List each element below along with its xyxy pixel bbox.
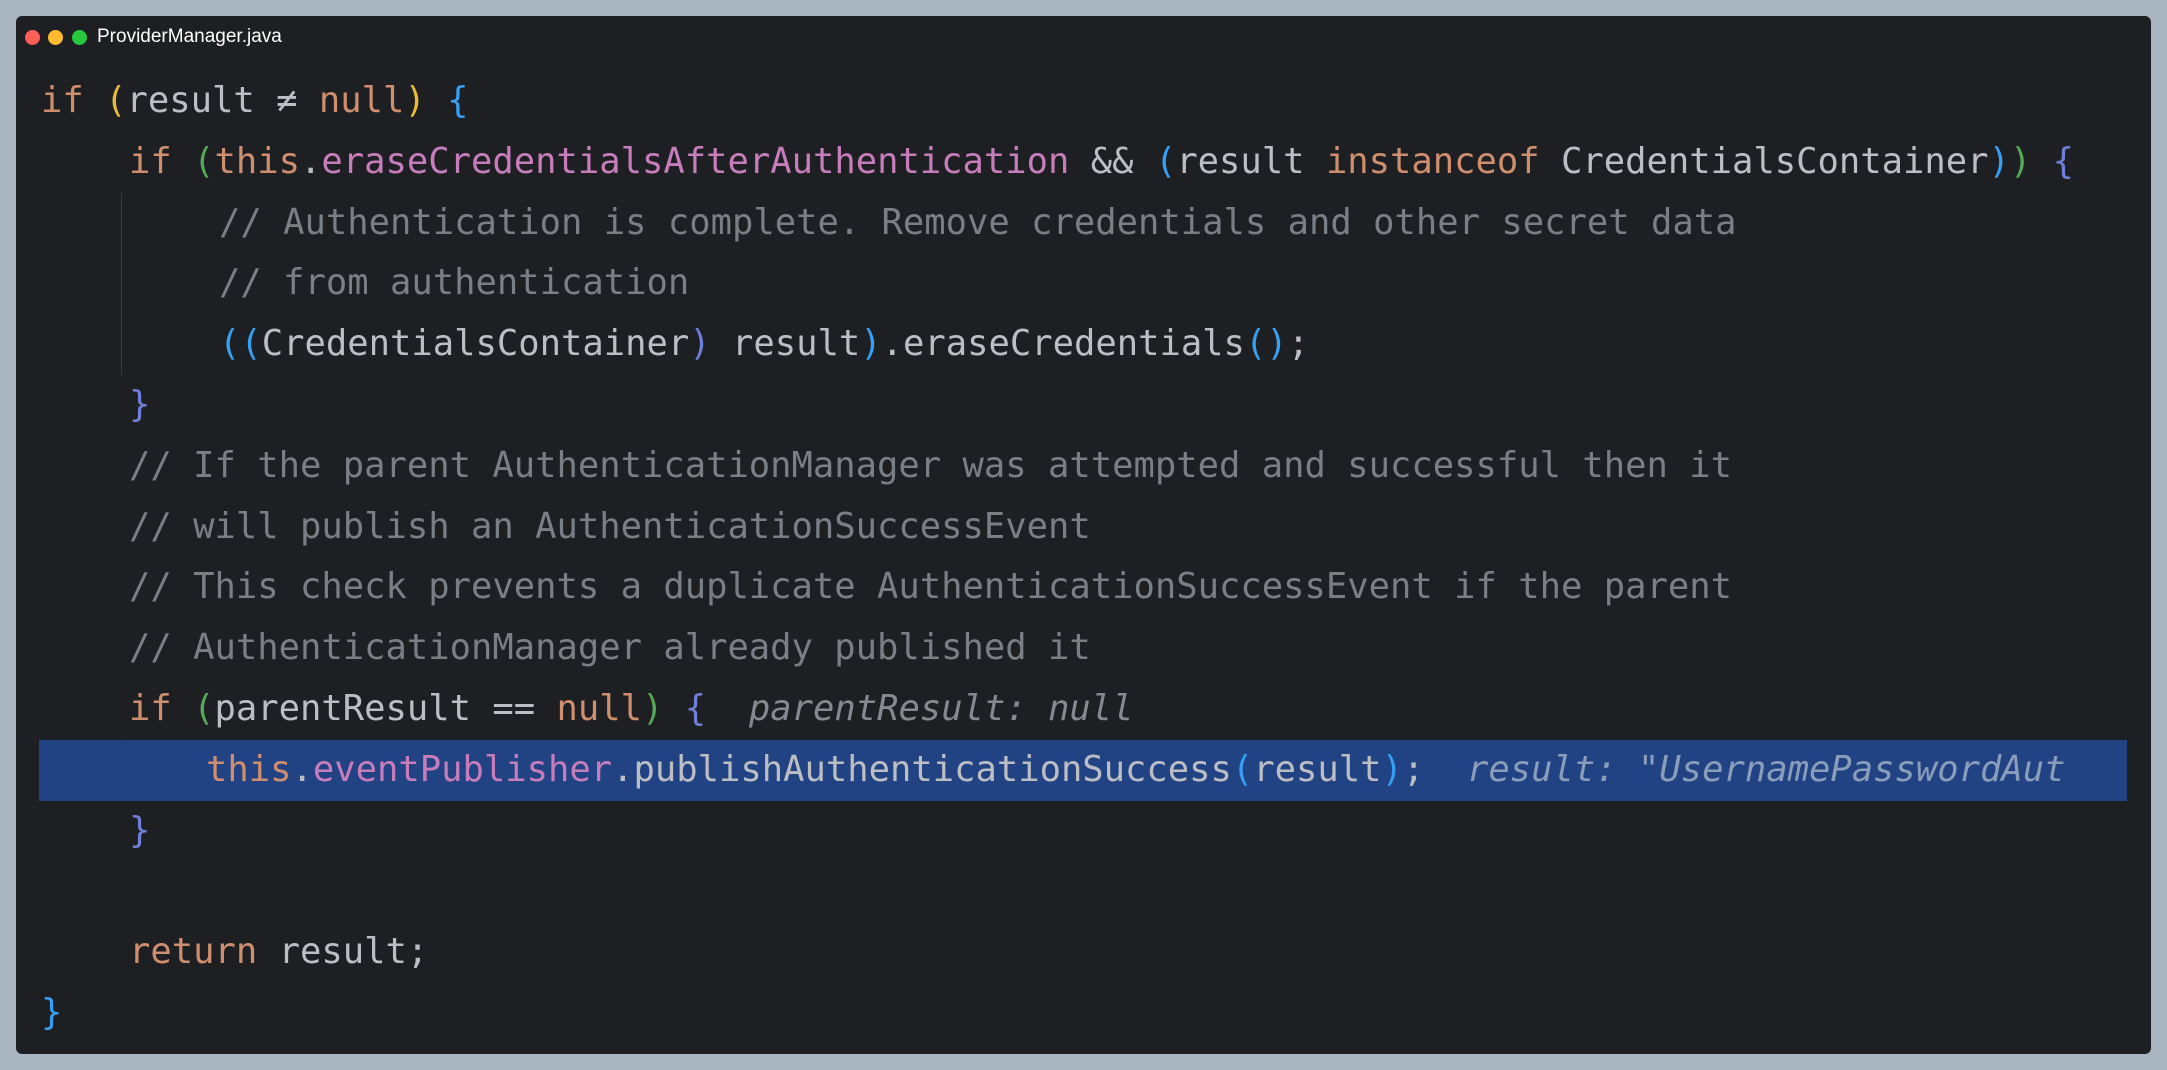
file-tab-title: ProviderManager.java — [97, 26, 282, 47]
minimize-window-button[interactable] — [48, 30, 63, 45]
code-line-11[interactable]: if (parentResult == null) { parentResult… — [16, 679, 2151, 740]
code-comment-line[interactable]: // This check prevents a duplicate Authe… — [16, 557, 2151, 618]
code-line-14[interactable] — [16, 861, 2151, 922]
code-line-1[interactable]: if (result ≠ null) { — [16, 71, 2151, 132]
code-comment-line[interactable]: // from authentication — [16, 253, 2151, 314]
code-line-16[interactable]: } — [16, 983, 2151, 1044]
inline-value-hint: parentResult: null — [748, 687, 1134, 729]
code-line-12-selected[interactable]: this.eventPublisher.publishAuthenticatio… — [39, 739, 2127, 801]
editor-window: ProviderManager.java if (result ≠ null) … — [16, 16, 2151, 1054]
close-window-button[interactable] — [25, 30, 40, 45]
code-line-2[interactable]: if (this.eraseCredentialsAfterAuthentica… — [16, 132, 2151, 193]
code-line-6[interactable]: } — [16, 375, 2151, 436]
code-line-5[interactable]: ((CredentialsContainer) result).eraseCre… — [16, 314, 2151, 375]
indent-guide — [121, 740, 122, 801]
code-comment-line[interactable]: // If the parent AuthenticationManager w… — [16, 436, 2151, 497]
code-line-13[interactable]: } — [16, 801, 2151, 862]
code-comment-line[interactable]: // will publish an AuthenticationSuccess… — [16, 497, 2151, 558]
code-comment-line[interactable]: // Authentication is complete. Remove cr… — [16, 193, 2151, 254]
code-comment-line[interactable]: // AuthenticationManager already publish… — [16, 618, 2151, 679]
inline-value-hint: result: "UsernamePasswordAut — [1467, 748, 2066, 790]
title-bar: ProviderManager.java — [16, 16, 2151, 60]
code-editor[interactable]: if (result ≠ null) { if (this.eraseCrede… — [16, 71, 2151, 1044]
zoom-window-button[interactable] — [72, 30, 87, 45]
code-line-15[interactable]: return result; — [16, 922, 2151, 983]
